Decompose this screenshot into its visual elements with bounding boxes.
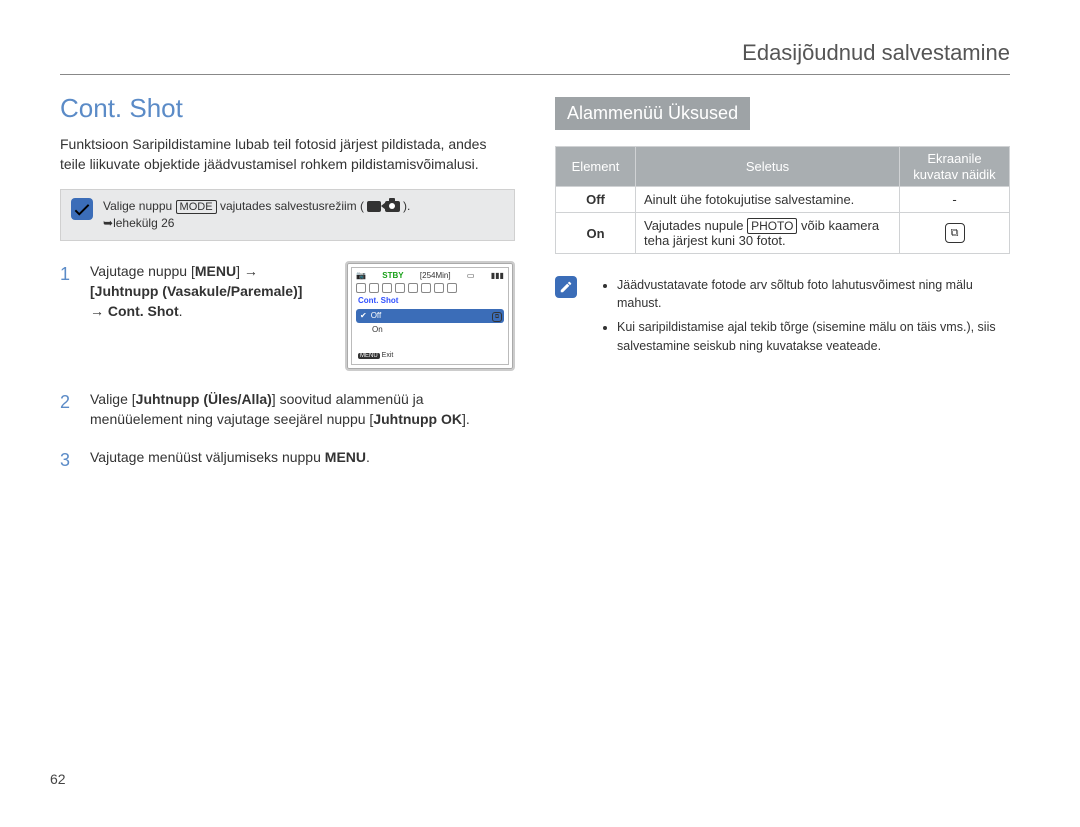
step-1: 1 Vajutage nuppu [MENU] → [Juhtnupp (Vas… xyxy=(60,261,515,371)
right-column: Alammenüü Üksused Element Seletus Ekraan… xyxy=(555,93,1010,492)
step-3: 3 Vajutage menüüst väljumiseks nuppu MEN… xyxy=(60,447,515,473)
note-item: Kui saripildistamise ajal tekib tõrge (s… xyxy=(617,318,1010,354)
lcd-time-label: [254Min] xyxy=(420,270,451,282)
mode-callout: Valige nuppu MODE vajutades salvestusrež… xyxy=(60,189,515,241)
table-row: Off Ainult ühe fotokujutise salvestamine… xyxy=(556,187,1010,213)
notes-list: Jäädvustatavate fotode arv sõltub foto l… xyxy=(599,276,1010,361)
lcd-item-on: On xyxy=(356,323,504,337)
lcd-battery-icon: ▮▮▮ xyxy=(491,270,504,282)
photo-mode-icon xyxy=(385,198,400,215)
notes-callout: Jäädvustatavate fotode arv sõltub foto l… xyxy=(555,276,1010,361)
lcd-exit-hint: MENUExit xyxy=(358,351,393,361)
lcd-card-icon: ▭ xyxy=(467,270,475,282)
step-3-text: Vajutage menüüst väljumiseks nuppu MENU. xyxy=(90,447,515,473)
th-element: Element xyxy=(556,147,636,187)
lcd-photo-icon: 📷 xyxy=(356,270,366,282)
steps-list: 1 Vajutage nuppu [MENU] → [Juhtnupp (Vas… xyxy=(60,261,515,474)
step-2: 2 Valige [Juhtnupp (Üles/Alla)] soovitud… xyxy=(60,389,515,430)
lcd-check-icon: ✔ xyxy=(360,310,367,322)
step-1-text: Vajutage nuppu [MENU] → [Juhtnupp (Vasak… xyxy=(90,261,333,322)
lcd-menu-title: Cont. Shot xyxy=(352,295,508,309)
cont-shot-indicator-icon: ⧉ xyxy=(945,223,965,243)
step-number: 3 xyxy=(60,447,82,473)
lcd-cont-shot-icon: ⧉ xyxy=(492,312,502,322)
lcd-stby-label: STBY xyxy=(382,270,403,282)
th-indicator: Ekraanile kuvatav näidik xyxy=(900,147,1010,187)
section-title: Cont. Shot xyxy=(60,93,515,124)
intro-text: Funktsioon Saripildistamine lubab teil f… xyxy=(60,134,515,175)
check-icon xyxy=(71,198,93,220)
step-number: 2 xyxy=(60,389,82,430)
pencil-icon xyxy=(555,276,577,298)
left-column: Cont. Shot Funktsioon Saripildistamine l… xyxy=(60,93,515,492)
mode-button-label: MODE xyxy=(176,200,217,214)
table-row: On Vajutades nupule PHOTO võib kaamera t… xyxy=(556,213,1010,254)
step-2-text: Valige [Juhtnupp (Üles/Alla)] soovitud a… xyxy=(90,389,515,430)
video-mode-icon xyxy=(367,198,381,215)
chapter-header: Edasijõudnud salvestamine xyxy=(60,40,1010,75)
options-table: Element Seletus Ekraanile kuvatav näidik… xyxy=(555,146,1010,254)
photo-button-label: PHOTO xyxy=(747,218,797,234)
note-item: Jäädvustatavate fotode arv sõltub foto l… xyxy=(617,276,1010,312)
camera-lcd-preview: 📷 STBY [254Min] ▭ ▮▮▮ C xyxy=(345,261,515,371)
lcd-item-off: ✔ Off xyxy=(356,309,504,323)
callout-text: Valige nuppu MODE vajutades salvestusrež… xyxy=(103,198,410,232)
step-number: 1 xyxy=(60,261,82,371)
submenu-title-bar: Alammenüü Üksused xyxy=(555,97,750,130)
lcd-icon-row xyxy=(352,283,508,295)
page-number: 62 xyxy=(50,771,66,787)
th-desc: Seletus xyxy=(636,147,900,187)
